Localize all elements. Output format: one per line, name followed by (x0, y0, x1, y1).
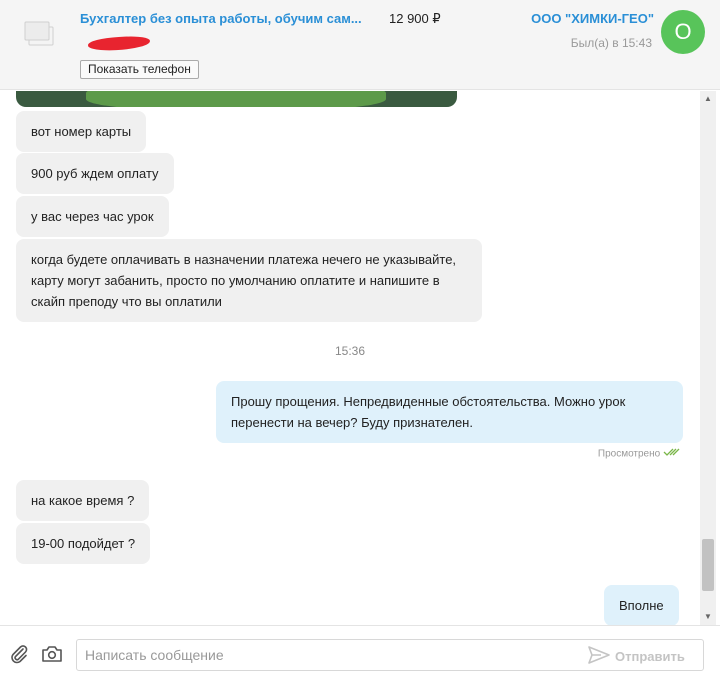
show-phone-button[interactable]: Показать телефон (80, 60, 199, 79)
avatar[interactable]: О (661, 10, 705, 54)
message-outgoing: Прошу прощения. Непредвиденные обстоятел… (216, 381, 683, 443)
double-check-icon (663, 448, 681, 460)
message-list: вот номер карты 900 руб ждем оплату у ва… (0, 91, 700, 625)
message-incoming: на какое время ? (16, 480, 150, 521)
time-separator: 15:36 (334, 344, 366, 358)
listing-thumbnail-icon[interactable] (24, 20, 56, 48)
message-composer: Отправить (0, 625, 720, 684)
message-outgoing: Вполне (604, 585, 679, 625)
message-incoming: когда будете оплачивать в назначении пла… (16, 239, 482, 322)
chat-header: Бухгалтер без опыта работы, обучим сам..… (0, 0, 720, 90)
camera-icon[interactable] (40, 643, 64, 665)
scroll-thumb[interactable] (702, 539, 714, 591)
message-incoming: 900 руб ждем оплату (16, 153, 174, 194)
listing-title-link[interactable]: Бухгалтер без опыта работы, обучим сам..… (80, 11, 370, 26)
chat-scrollbar[interactable]: ▲ ▼ (700, 91, 716, 625)
send-button[interactable]: Отправить (588, 645, 685, 667)
paperclip-icon[interactable] (8, 643, 30, 665)
listing-price: 12 900 ₽ (389, 11, 441, 26)
send-button-label: Отправить (615, 648, 685, 664)
read-status: Просмотрено (598, 448, 681, 460)
scroll-down-icon[interactable]: ▼ (700, 609, 716, 625)
send-icon (588, 645, 610, 667)
image-message-partial[interactable] (16, 91, 457, 107)
message-incoming: у вас через час урок (16, 196, 169, 237)
read-status-label: Просмотрено (597, 448, 661, 460)
last-seen-status: Был(а) в 15:43 (570, 36, 652, 50)
scroll-up-icon[interactable]: ▲ (700, 91, 716, 107)
redaction-mark (87, 35, 151, 52)
message-incoming: 19-00 подойдет ? (16, 523, 151, 564)
company-name-link[interactable]: ООО "ХИМКИ-ГЕО" (531, 11, 654, 26)
message-incoming: вот номер карты (16, 111, 147, 152)
